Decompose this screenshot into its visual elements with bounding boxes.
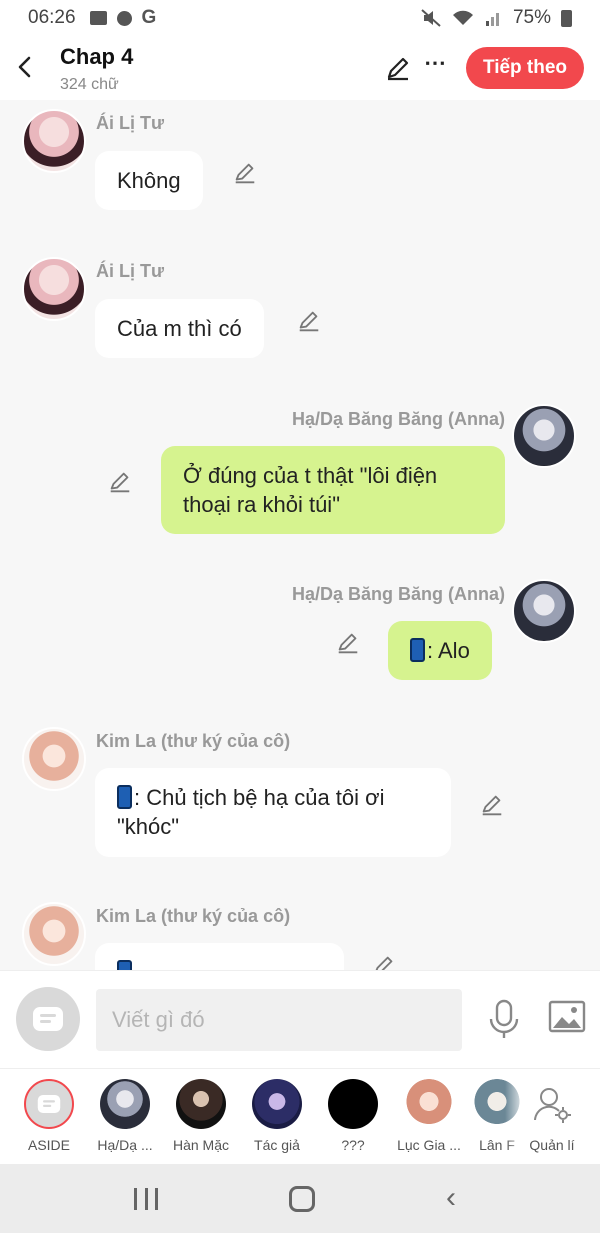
phone-icon bbox=[117, 785, 132, 809]
character-item[interactable]: Lục Gia ... bbox=[391, 1079, 467, 1153]
sender-name: Kim La (thư ký của cô) bbox=[96, 906, 291, 926]
message-input[interactable] bbox=[96, 989, 462, 1051]
aside-toggle-button[interactable] bbox=[16, 987, 80, 1051]
edit-pencil-icon[interactable] bbox=[371, 953, 397, 970]
character-label: Quản lí bbox=[529, 1137, 575, 1153]
phone-icon bbox=[410, 638, 425, 662]
chat-dot-icon bbox=[116, 10, 132, 26]
edit-pencil-icon[interactable] bbox=[296, 308, 322, 334]
character-item[interactable]: Hạ/Dạ ... bbox=[87, 1079, 163, 1153]
message-bubble[interactable]: Ở đúng của t thật "lôi điện thoại ra khỏ… bbox=[161, 446, 505, 534]
character-label: Lục Gia ... bbox=[397, 1137, 461, 1153]
pencil-icon[interactable] bbox=[384, 54, 412, 82]
home-icon[interactable] bbox=[289, 1186, 315, 1212]
wifi-icon bbox=[452, 10, 473, 25]
character-label: ??? bbox=[341, 1137, 365, 1153]
avatar[interactable] bbox=[22, 257, 86, 321]
sender-name: Hạ/Dạ Băng Băng (Anna) bbox=[291, 409, 505, 429]
manage-user-icon bbox=[534, 1088, 571, 1123]
phone-icon bbox=[117, 960, 132, 970]
image-icon bbox=[89, 11, 107, 25]
system-nav-bar: ‹ bbox=[0, 1164, 600, 1233]
sender-name: Ái Lị Tư bbox=[96, 261, 165, 281]
signal-icon bbox=[485, 13, 499, 26]
battery-percent: 75% bbox=[512, 7, 551, 28]
character-avatar bbox=[404, 1079, 454, 1129]
message-line: "khóc" bbox=[117, 814, 180, 839]
compose-bar bbox=[0, 970, 600, 1068]
chapter-header: Chap 4 324 chữ ⋯ Tiếp theo bbox=[0, 36, 600, 100]
character-strip: ASIDE Hạ/Dạ ... Hàn Mặc Tác giả ??? Lục … bbox=[0, 1068, 600, 1164]
chapter-title: Chap 4 bbox=[60, 44, 134, 69]
edit-pencil-icon[interactable] bbox=[335, 630, 361, 656]
message-line: thoại ra khỏi túi" bbox=[183, 492, 341, 517]
message-bubble[interactable] bbox=[95, 943, 344, 970]
message-icon bbox=[24, 1079, 74, 1129]
edit-pencil-icon[interactable] bbox=[232, 160, 258, 186]
message-text: : Alo bbox=[427, 638, 470, 663]
battery-icon bbox=[561, 9, 572, 27]
google-icon: G bbox=[141, 7, 157, 28]
character-avatar bbox=[252, 1079, 302, 1129]
chat-area[interactable]: Ái Lị Tư Không Ái Lị Tư Của m thì có Hạ/… bbox=[0, 100, 600, 970]
character-avatar bbox=[328, 1079, 378, 1129]
character-item[interactable]: Hàn Mặc bbox=[163, 1079, 239, 1153]
sender-name: Hạ/Dạ Băng Băng (Anna) bbox=[291, 584, 505, 604]
character-item[interactable]: Tác giả bbox=[239, 1079, 315, 1153]
message-bubble[interactable]: Của m thì có bbox=[95, 299, 264, 358]
edit-pencil-icon[interactable] bbox=[479, 792, 505, 818]
message-line: Ở đúng của t thật "lôi điện bbox=[183, 463, 438, 488]
mute-icon bbox=[421, 9, 441, 27]
character-label: Hạ/Dạ ... bbox=[97, 1137, 153, 1153]
word-count: 324 chữ bbox=[60, 76, 119, 93]
character-manage[interactable]: Quản lí bbox=[514, 1079, 590, 1153]
character-label: Tác giả bbox=[254, 1137, 300, 1153]
more-dots-icon[interactable]: ⋯ bbox=[424, 50, 447, 76]
message-icon bbox=[33, 1007, 63, 1031]
character-avatar bbox=[100, 1079, 150, 1129]
avatar[interactable] bbox=[22, 109, 86, 173]
status-bar: 06:26 G 75% bbox=[0, 0, 600, 36]
edit-pencil-icon[interactable] bbox=[107, 469, 133, 495]
status-time: 06:26 bbox=[28, 7, 76, 28]
sender-name: Kim La (thư ký của cô) bbox=[96, 731, 291, 751]
next-chapter-button[interactable]: Tiếp theo bbox=[466, 47, 584, 89]
message-bubble[interactable]: : Chủ tịch bệ hạ của tôi ơi "khóc" bbox=[95, 768, 451, 857]
avatar[interactable] bbox=[22, 902, 86, 966]
avatar[interactable] bbox=[512, 404, 576, 468]
microphone-icon[interactable] bbox=[486, 999, 522, 1041]
character-item[interactable]: ??? bbox=[315, 1079, 391, 1153]
character-label: Hàn Mặc bbox=[172, 1137, 230, 1153]
message-bubble[interactable]: : Alo bbox=[388, 621, 492, 680]
avatar[interactable] bbox=[22, 727, 86, 791]
message-bubble[interactable]: Không bbox=[95, 151, 203, 210]
character-avatar bbox=[176, 1079, 226, 1129]
avatar[interactable] bbox=[512, 579, 576, 643]
recent-apps-icon[interactable] bbox=[134, 1188, 158, 1210]
character-aside[interactable]: ASIDE bbox=[11, 1079, 87, 1153]
back-icon[interactable]: ‹ bbox=[446, 1181, 456, 1215]
message-line: : Chủ tịch bệ hạ của tôi ơi bbox=[134, 785, 385, 810]
sender-name: Ái Lị Tư bbox=[96, 113, 165, 133]
character-label: ASIDE bbox=[27, 1137, 70, 1153]
image-icon[interactable] bbox=[548, 999, 586, 1035]
chevron-left-icon[interactable] bbox=[10, 52, 40, 82]
